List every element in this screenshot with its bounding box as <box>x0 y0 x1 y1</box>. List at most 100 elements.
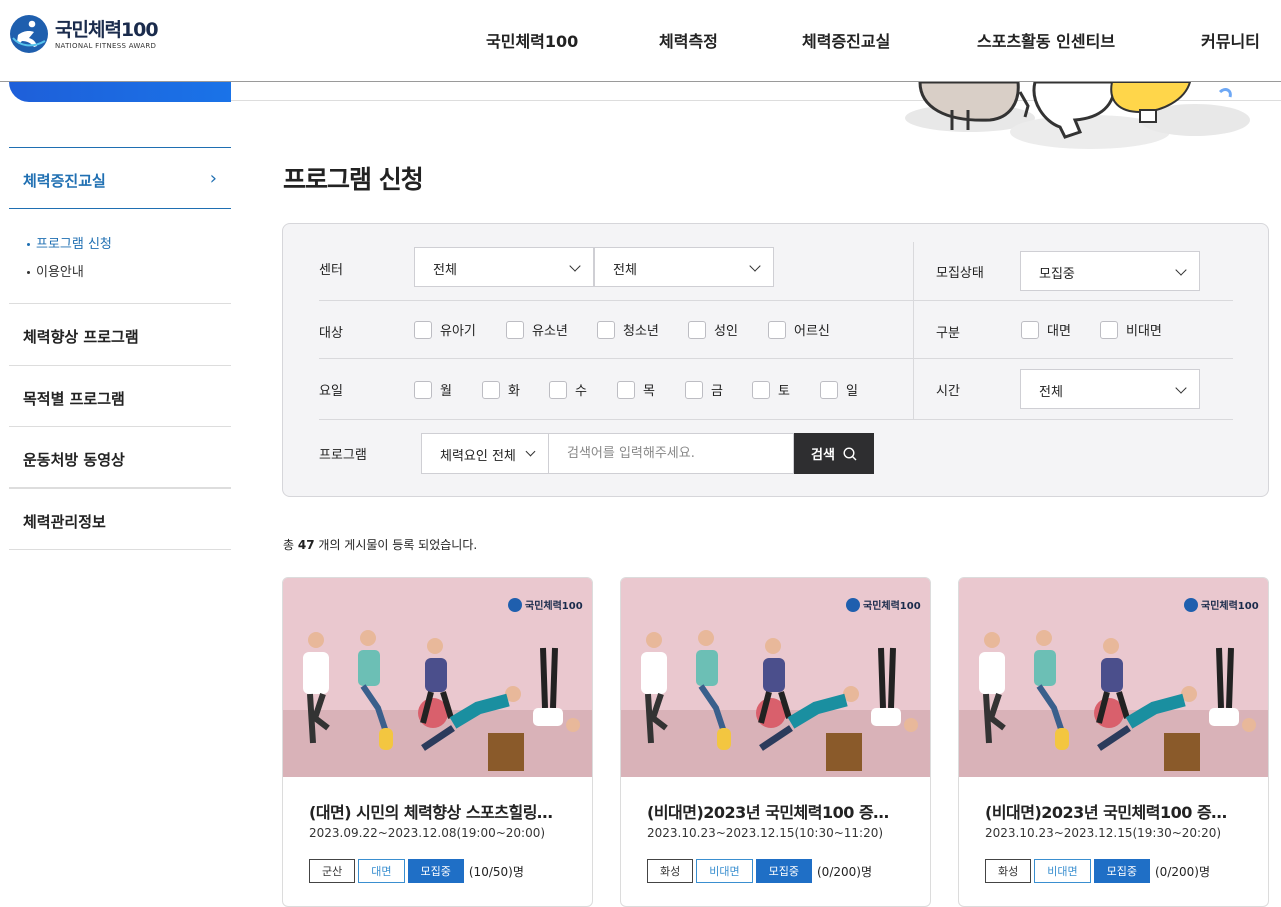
checkbox-box[interactable] <box>414 380 432 399</box>
center-select-2[interactable]: 전체 <box>594 247 774 287</box>
nav-incentive[interactable]: 스포츠활동 인센티브 <box>977 28 1115 52</box>
checkbox-day-thu[interactable]: 목 <box>617 380 655 399</box>
program-card[interactable]: 국민체력100 (비대면)2023년 국민체력100 증… 2023.10.23… <box>958 577 1269 907</box>
time-label: 시간 <box>936 384 960 399</box>
sidebar-sub-label: 프로그램 신청 <box>36 237 112 252</box>
card-thumbnail: 국민체력100 <box>621 578 930 777</box>
region-badge: 화성 <box>985 859 1032 883</box>
checkbox-day-sun[interactable]: 일 <box>820 380 858 399</box>
checkbox-box[interactable] <box>820 380 838 399</box>
select-value: 전체 <box>613 263 637 278</box>
card-brand: 국민체력100 <box>1201 599 1259 612</box>
nav-measurement[interactable]: 체력측정 <box>659 28 718 52</box>
chevron-down-icon <box>1175 382 1187 394</box>
status-badge: 모집중 <box>407 859 464 883</box>
checkbox-day-tue[interactable]: 화 <box>482 380 520 399</box>
checkbox-box[interactable] <box>549 380 567 399</box>
nav-community[interactable]: 커뮤니티 <box>1201 28 1260 52</box>
sidebar-item-label: 체력관리정보 <box>23 513 106 531</box>
card-tags: 화성 비대면 모집중 (0/200)명 <box>647 859 872 883</box>
checkbox-label: 유소년 <box>532 324 568 339</box>
count-prefix: 총 <box>283 538 295 552</box>
checkbox-box[interactable] <box>482 380 500 399</box>
program-card[interactable]: 국민체력100 (비대면)2023년 국민체력100 증… 2023.10.23… <box>620 577 931 907</box>
target-label: 대상 <box>319 326 343 341</box>
chevron-down-icon <box>749 260 761 272</box>
sidebar-sub-apply[interactable]: 프로그램 신청 <box>27 233 112 252</box>
card-date: 2023.10.23~2023.12.15(10:30~11:20) <box>647 826 884 840</box>
checkbox-target-youth[interactable]: 유소년 <box>506 320 568 339</box>
checkbox-box[interactable] <box>506 320 524 339</box>
checkbox-label: 대면 <box>1047 324 1071 339</box>
checkbox-day-fri[interactable]: 금 <box>685 380 723 399</box>
checkbox-type-offline[interactable]: 대면 <box>1021 320 1071 339</box>
divider <box>319 419 1233 420</box>
checkbox-box[interactable] <box>685 380 703 399</box>
checkbox-box[interactable] <box>617 380 635 399</box>
sidebar-section-label: 체력증진교실 <box>23 172 106 190</box>
sidebar-section-header[interactable]: 체력증진교실 › <box>9 147 231 209</box>
sidebar-item-label: 목적별 프로그램 <box>23 390 125 408</box>
checkbox-label: 비대면 <box>1126 324 1162 339</box>
checkbox-day-mon[interactable]: 월 <box>414 380 452 399</box>
checkbox-box[interactable] <box>688 320 706 339</box>
card-tags: 화성 비대면 모집중 (0/200)명 <box>985 859 1210 883</box>
checkbox-box[interactable] <box>768 320 786 339</box>
sidebar-item-purpose-program[interactable]: 목적별 프로그램 <box>9 365 231 427</box>
select-value: 전체 <box>433 263 457 278</box>
checkbox-day-wed[interactable]: 수 <box>549 380 587 399</box>
program-card[interactable]: 국민체력100 (대면) 시민의 체력향상 스포츠힐링… 2023.09.22~… <box>282 577 593 907</box>
sidebar-item-fitness-program[interactable]: 체력향상 프로그램 <box>9 303 231 365</box>
checkbox-label: 수 <box>575 384 587 399</box>
checkbox-box[interactable] <box>597 320 615 339</box>
center-select-1[interactable]: 전체 <box>414 247 594 287</box>
checkbox-label: 일 <box>846 384 858 399</box>
nav-fitness100[interactable]: 국민체력100 <box>486 28 578 52</box>
checkbox-target-adult[interactable]: 성인 <box>688 320 738 339</box>
checkbox-target-senior[interactable]: 어르신 <box>768 320 830 339</box>
divider <box>319 300 1233 301</box>
sidebar-item-exercise-video[interactable]: 운동처방 동영상 <box>9 426 231 488</box>
card-thumbnail: 국민체력100 <box>959 578 1268 777</box>
card-title: (비대면)2023년 국민체력100 증… <box>647 803 889 822</box>
chevron-right-icon: › <box>209 168 217 189</box>
card-date: 2023.10.23~2023.12.15(19:30~20:20) <box>985 826 1222 840</box>
checkbox-label: 목 <box>643 384 655 399</box>
card-thumbnail: 국민체력100 <box>283 578 592 777</box>
capacity-text: (0/200)명 <box>1155 864 1210 879</box>
chevron-down-icon <box>569 260 581 272</box>
count-suffix: 개의 게시물이 등록 되었습니다. <box>318 538 478 552</box>
checkbox-type-online[interactable]: 비대면 <box>1100 320 1162 339</box>
checkbox-label: 성인 <box>714 324 738 339</box>
sidebar-item-label: 체력향상 프로그램 <box>23 328 139 346</box>
sidebar-item-fitness-info[interactable]: 체력관리정보 <box>9 487 231 550</box>
nav-classroom[interactable]: 체력증진교실 <box>802 28 890 52</box>
brand-logo: 국민체력100 <box>508 598 583 612</box>
checkbox-label: 어르신 <box>794 324 830 339</box>
search-input[interactable] <box>548 433 794 474</box>
time-select[interactable]: 전체 <box>1020 369 1200 409</box>
checkbox-label: 금 <box>711 384 723 399</box>
program-category-select[interactable]: 체력요인 전체 <box>421 433 548 474</box>
checkbox-day-sat[interactable]: 토 <box>752 380 790 399</box>
site-header: 국민체력100 NATIONAL FITNESS AWARD 국민체력100 체… <box>0 0 1281 82</box>
search-button[interactable]: 검색 <box>794 433 874 474</box>
checkbox-label: 토 <box>778 384 790 399</box>
result-count: 총 47 개의 게시물이 등록 되었습니다. <box>283 536 477 553</box>
sidebar-sub-guide[interactable]: 이용안내 <box>27 261 84 280</box>
select-value: 체력요인 전체 <box>440 449 516 464</box>
checkbox-label: 유아기 <box>440 324 476 339</box>
select-value: 모집중 <box>1039 267 1075 282</box>
recruit-status-select[interactable]: 모집중 <box>1020 251 1200 291</box>
search-button-label: 검색 <box>811 448 835 463</box>
checkbox-target-toddler[interactable]: 유아기 <box>414 320 476 339</box>
region-badge: 군산 <box>309 859 356 883</box>
checkbox-box[interactable] <box>414 320 432 339</box>
checkbox-box[interactable] <box>1100 320 1118 339</box>
checkbox-target-teen[interactable]: 청소년 <box>597 320 659 339</box>
card-date: 2023.09.22~2023.12.08(19:00~20:00) <box>309 826 546 840</box>
bullet-icon <box>27 271 30 274</box>
checkbox-box[interactable] <box>752 380 770 399</box>
search-icon <box>843 446 857 460</box>
checkbox-box[interactable] <box>1021 320 1039 339</box>
